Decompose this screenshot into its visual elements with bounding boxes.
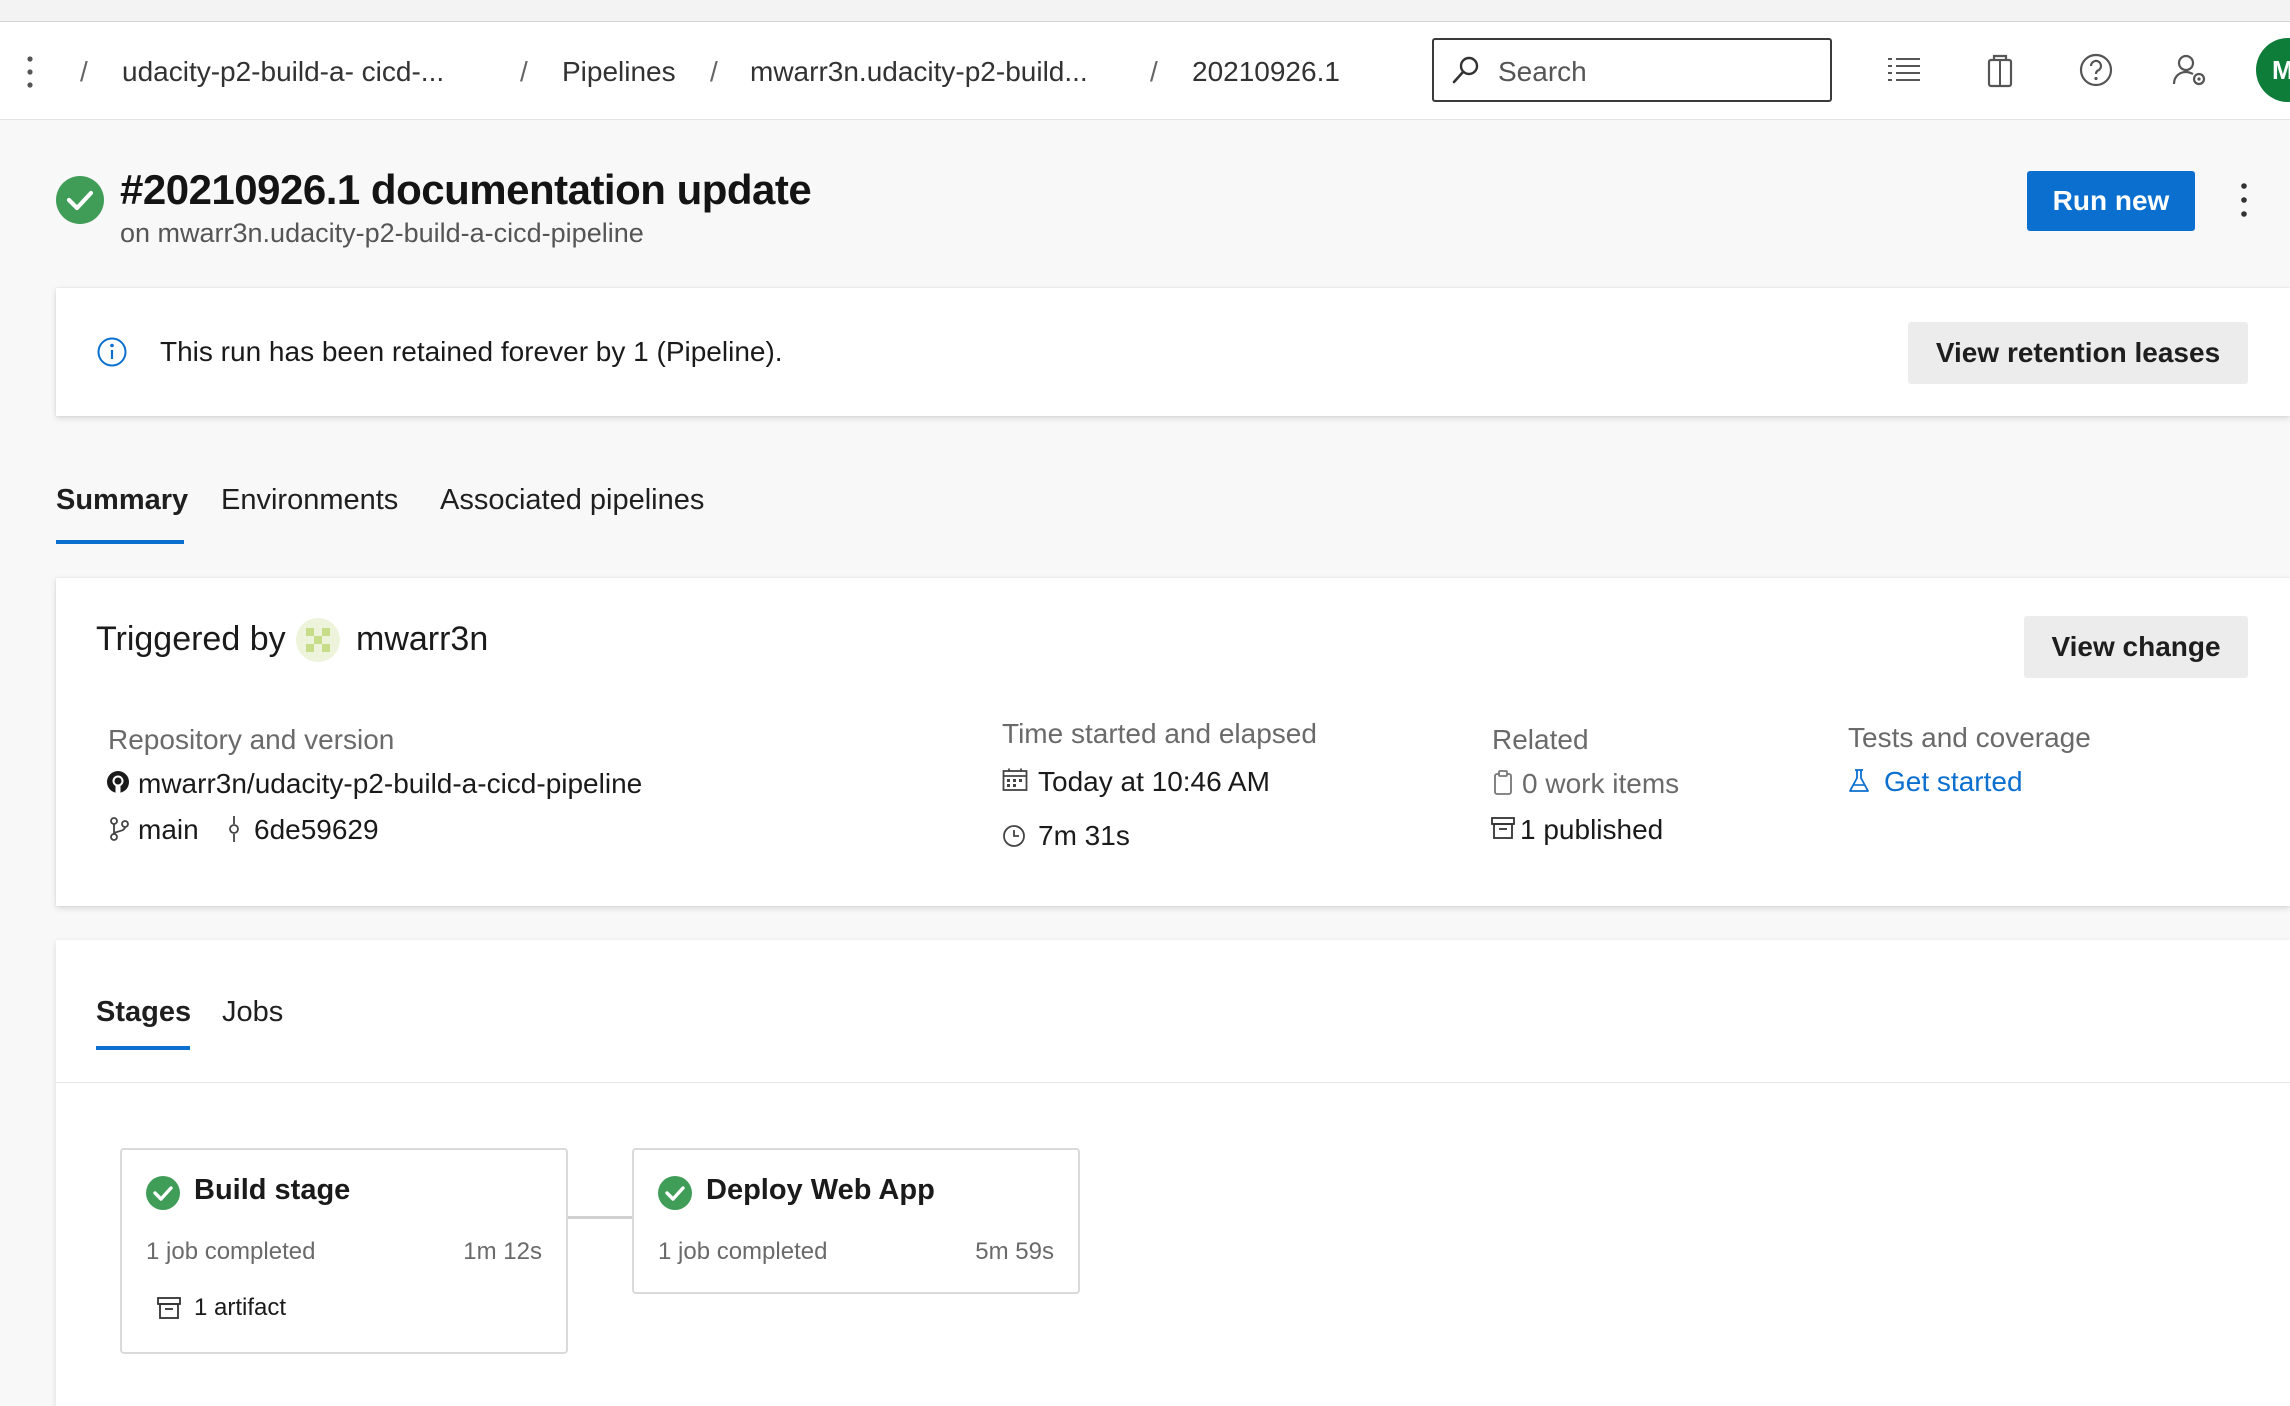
branch-name[interactable]: main bbox=[138, 814, 199, 846]
summary-card: Triggered by mwarr3n View change Reposit… bbox=[56, 578, 2290, 906]
stage-jobs-count: 1 job completed bbox=[658, 1238, 828, 1265]
stage-artifact-link[interactable]: 1 artifact bbox=[194, 1294, 286, 1322]
search-icon bbox=[1452, 56, 1479, 84]
triggered-by-user[interactable]: mwarr3n bbox=[356, 620, 488, 659]
branch-icon bbox=[110, 817, 129, 841]
user-identicon bbox=[296, 618, 340, 662]
more-actions-icon[interactable] bbox=[2234, 180, 2254, 224]
stage-duration: 1m 12s bbox=[463, 1238, 542, 1265]
breadcrumb-run[interactable]: 20210926.1 bbox=[1192, 56, 1340, 88]
breadcrumb-project[interactable]: udacity-p2-build-a- cicd-... bbox=[122, 56, 444, 88]
stage-name: Build stage bbox=[194, 1174, 351, 1206]
more-vertical-icon[interactable] bbox=[24, 54, 36, 90]
tab-stages[interactable]: Stages bbox=[96, 996, 191, 1029]
artifact-icon bbox=[1491, 817, 1515, 839]
marketplace-bag-icon[interactable] bbox=[1980, 50, 2020, 90]
retention-message: This run has been retained forever by 1 … bbox=[160, 336, 783, 367]
stage-connector bbox=[566, 1216, 632, 1219]
search-placeholder: Search bbox=[1498, 56, 1587, 87]
tab-associated-pipelines[interactable]: Associated pipelines bbox=[440, 484, 704, 517]
published-artifacts-link[interactable]: 1 published bbox=[1520, 814, 1663, 846]
stage-card-build[interactable]: Build stage 1 job completed 1m 12s 1 art… bbox=[120, 1148, 568, 1354]
tab-summary[interactable]: Summary bbox=[56, 484, 188, 517]
breadcrumb-pipeline[interactable]: mwarr3n.udacity-p2-build... bbox=[750, 56, 1088, 88]
stage-name: Deploy Web App bbox=[706, 1174, 935, 1206]
github-icon bbox=[107, 771, 129, 794]
divider bbox=[56, 1082, 2290, 1083]
view-change-button[interactable]: View change bbox=[2024, 616, 2248, 678]
clipboard-icon bbox=[1494, 770, 1512, 795]
stages-card: Stages Jobs Build stage 1 job completed … bbox=[56, 940, 2290, 1406]
tab-jobs[interactable]: Jobs bbox=[222, 996, 283, 1029]
tests-label: Tests and coverage bbox=[1848, 722, 2091, 753]
task-list-icon[interactable] bbox=[1884, 50, 1924, 90]
breadcrumb-separator: / bbox=[710, 56, 718, 87]
work-items-link[interactable]: 0 work items bbox=[1522, 768, 1679, 800]
commit-icon bbox=[229, 816, 239, 842]
flask-icon bbox=[1849, 769, 1869, 792]
calendar-icon bbox=[1002, 768, 1028, 791]
info-icon bbox=[97, 337, 127, 367]
success-check-icon bbox=[658, 1176, 692, 1210]
view-retention-leases-button[interactable]: View retention leases bbox=[1908, 322, 2248, 384]
help-icon[interactable] bbox=[2076, 50, 2116, 90]
artifact-icon bbox=[157, 1297, 181, 1319]
breadcrumb-pipelines[interactable]: Pipelines bbox=[562, 56, 676, 88]
related-label: Related bbox=[1492, 724, 1589, 755]
breadcrumb-separator: / bbox=[520, 56, 528, 87]
page-title: #20210926.1 documentation update bbox=[120, 166, 812, 213]
breadcrumb-separator: / bbox=[1150, 56, 1158, 87]
browser-strip bbox=[0, 0, 2290, 22]
pipeline-subtitle: on mwarr3n.udacity-p2-build-a-cicd-pipel… bbox=[120, 218, 644, 248]
run-new-button[interactable]: Run new bbox=[2027, 171, 2195, 231]
triggered-by-label: Triggered by bbox=[96, 620, 286, 658]
time-label: Time started and elapsed bbox=[1002, 718, 1317, 749]
user-settings-icon[interactable] bbox=[2170, 50, 2210, 90]
tab-environments[interactable]: Environments bbox=[221, 484, 398, 517]
tests-get-started-link[interactable]: Get started bbox=[1884, 766, 2023, 798]
breadcrumb-separator: / bbox=[80, 56, 88, 87]
active-tab-indicator bbox=[56, 540, 184, 544]
stage-jobs-count: 1 job completed bbox=[146, 1238, 316, 1265]
clock-icon bbox=[1003, 825, 1025, 847]
stage-duration: 5m 59s bbox=[975, 1238, 1054, 1265]
stage-card-deploy[interactable]: Deploy Web App 1 job completed 5m 59s bbox=[632, 1148, 1080, 1294]
repository-label: Repository and version bbox=[108, 724, 395, 755]
elapsed-time: 7m 31s bbox=[1038, 820, 1130, 851]
start-time: Today at 10:46 AM bbox=[1038, 766, 1270, 797]
success-check-icon bbox=[56, 176, 104, 224]
success-check-icon bbox=[146, 1176, 180, 1210]
active-stages-tab-indicator bbox=[96, 1046, 190, 1050]
commit-hash[interactable]: 6de59629 bbox=[254, 814, 379, 846]
search-input[interactable]: Search bbox=[1432, 38, 1832, 102]
retention-banner: This run has been retained forever by 1 … bbox=[56, 288, 2290, 416]
repository-link[interactable]: mwarr3n/udacity-p2-build-a-cicd-pipeline bbox=[138, 768, 642, 800]
